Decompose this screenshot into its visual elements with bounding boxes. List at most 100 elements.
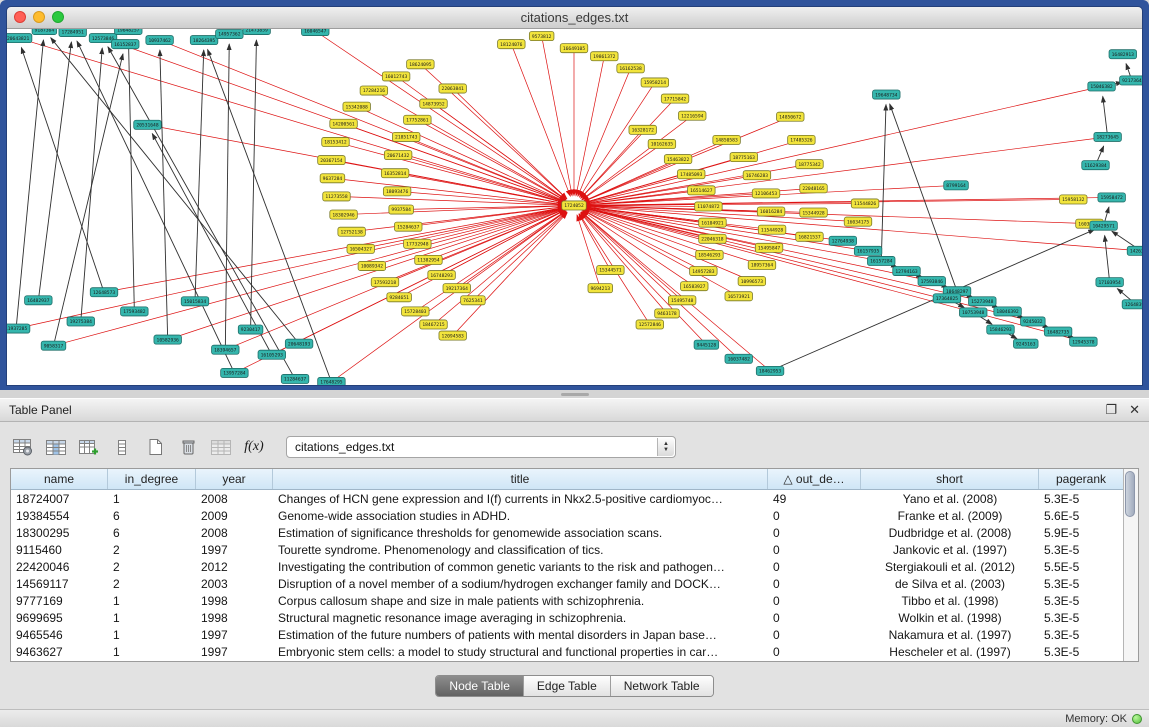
graph-node[interactable]: 12794163 bbox=[893, 267, 920, 276]
panel-splitter[interactable] bbox=[0, 390, 1149, 398]
graph-node[interactable]: 17648295 bbox=[318, 377, 345, 385]
graph-node[interactable]: 22048165 bbox=[800, 184, 827, 193]
graph-node[interactable]: 16105293 bbox=[258, 350, 285, 359]
graph-node[interactable]: 12094583 bbox=[439, 331, 466, 340]
graph-node[interactable]: 21851743 bbox=[392, 132, 419, 141]
graph-node[interactable]: 18153412 bbox=[322, 137, 349, 146]
graph-node[interactable]: 14873952 bbox=[420, 99, 447, 108]
graph-node[interactable]: 14263859 bbox=[1127, 246, 1142, 255]
network-window-titlebar[interactable]: citations_edges.txt bbox=[7, 7, 1142, 29]
minimize-window-button[interactable] bbox=[33, 11, 45, 23]
graph-node[interactable]: 18462953 bbox=[756, 366, 783, 375]
graph-node[interactable]: 17752861 bbox=[404, 115, 431, 124]
graph-node[interactable]: 9445128 bbox=[694, 340, 719, 349]
graph-node[interactable]: 16583927 bbox=[681, 282, 708, 291]
graph-node[interactable]: 17593846 bbox=[918, 277, 945, 286]
graph-node[interactable]: 16012743 bbox=[382, 72, 409, 81]
graph-node[interactable]: 17364825 bbox=[933, 294, 960, 303]
graph-node[interactable]: 16037482 bbox=[725, 354, 752, 363]
graph-node[interactable]: 15342088 bbox=[343, 102, 370, 111]
graph-node[interactable]: 15344571 bbox=[597, 265, 624, 274]
graph-node[interactable]: 16748293 bbox=[428, 271, 455, 280]
graph-node[interactable]: 18467215 bbox=[420, 320, 447, 329]
graph-node[interactable]: 12572846 bbox=[636, 320, 663, 329]
graph-node[interactable]: 14957283 bbox=[690, 267, 717, 276]
graph-node[interactable]: 18775342 bbox=[796, 160, 823, 169]
graph-node[interactable]: 16162538 bbox=[617, 64, 644, 73]
graph-node[interactable]: 8799164 bbox=[944, 181, 969, 190]
table-row[interactable]: 1872400712008Changes of HCN gene express… bbox=[11, 490, 1123, 507]
graph-node[interactable]: 18264395 bbox=[190, 36, 217, 45]
graph-node[interactable]: 11629384 bbox=[1082, 161, 1109, 170]
table-row[interactable]: 1456911722003Disruption of a novel membe… bbox=[11, 575, 1123, 592]
table-row[interactable]: 946554611997Estimation of the future num… bbox=[11, 626, 1123, 643]
graph-node[interactable]: 18546293 bbox=[696, 250, 723, 259]
graph-node[interactable]: 9573812 bbox=[529, 32, 554, 41]
graph-node[interactable]: 13957284 bbox=[221, 368, 248, 377]
graph-node[interactable]: 17485093 bbox=[677, 170, 704, 179]
graph-node[interactable]: 16328172 bbox=[629, 125, 656, 134]
graph-node[interactable]: 18273645 bbox=[1094, 132, 1121, 141]
tab-network-table[interactable]: Network Table bbox=[611, 676, 713, 696]
graph-node[interactable]: 11284637 bbox=[281, 374, 308, 383]
graph-node[interactable]: 16046547 bbox=[302, 29, 329, 36]
graph-node[interactable]: 17715842 bbox=[661, 94, 688, 103]
graph-node[interactable]: 11074872 bbox=[695, 202, 722, 211]
column-header-3[interactable]: title bbox=[273, 469, 768, 489]
graph-node[interactable]: 17732948 bbox=[404, 239, 431, 248]
graph-node[interactable]: 12216594 bbox=[678, 111, 705, 120]
graph-node[interactable]: 14957362 bbox=[216, 30, 243, 39]
graph-node[interactable]: 20643821 bbox=[7, 34, 32, 43]
graph-node[interactable]: 12752138 bbox=[338, 227, 365, 236]
graph-node[interactable]: 16034175 bbox=[844, 217, 871, 226]
graph-node[interactable]: 15958214 bbox=[641, 78, 668, 87]
table-row[interactable]: 1830029562008Estimation of significance … bbox=[11, 524, 1123, 541]
graph-node[interactable]: 1724052 bbox=[562, 201, 587, 210]
tab-node-table[interactable]: Node Table bbox=[436, 676, 524, 696]
graph-node[interactable]: 16157935 bbox=[854, 246, 881, 255]
graph-node[interactable]: 16482937 bbox=[25, 296, 52, 305]
graph-node[interactable]: 15495748 bbox=[668, 296, 695, 305]
graph-node[interactable]: 10089342 bbox=[358, 261, 385, 270]
graph-node[interactable]: 15495847 bbox=[755, 243, 782, 252]
graph-node[interactable]: 16649105 bbox=[560, 44, 587, 53]
column-header-2[interactable]: year bbox=[196, 469, 273, 489]
edit-table-button[interactable] bbox=[76, 435, 102, 459]
zoom-window-button[interactable] bbox=[52, 11, 64, 23]
graph-node[interactable]: 11937285 bbox=[7, 324, 30, 333]
graph-node[interactable]: 9230417 bbox=[238, 325, 263, 334]
graph-node[interactable]: 14850672 bbox=[777, 112, 804, 121]
graph-node[interactable]: 20648193 bbox=[285, 339, 312, 348]
graph-node[interactable]: 18624095 bbox=[407, 60, 434, 69]
column-header-1[interactable]: in_degree bbox=[108, 469, 196, 489]
graph-node[interactable]: 16746283 bbox=[743, 171, 770, 180]
graph-node[interactable]: 15046382 bbox=[1088, 82, 1115, 91]
graph-node[interactable]: 9937584 bbox=[389, 205, 414, 214]
graph-node[interactable]: 18394657 bbox=[212, 345, 239, 354]
graph-node[interactable]: 18957364 bbox=[748, 260, 775, 269]
graph-node[interactable]: 16016284 bbox=[757, 207, 784, 216]
graph-node[interactable]: 15846293 bbox=[987, 325, 1014, 334]
graph-node[interactable]: 20531648 bbox=[134, 120, 161, 129]
graph-node[interactable]: 18775163 bbox=[730, 153, 757, 162]
graph-node[interactable]: 19217364 bbox=[443, 284, 470, 293]
graph-node[interactable]: 16504327 bbox=[347, 244, 374, 253]
graph-node[interactable]: 9284651 bbox=[387, 293, 412, 302]
graph-node[interactable]: 9637284 bbox=[320, 174, 345, 183]
graph-node[interactable]: 12945378 bbox=[1070, 337, 1097, 346]
graph-node[interactable]: 12648573 bbox=[90, 288, 117, 297]
table-selector-dropdown[interactable]: citations_edges.txt ▲ ▼ bbox=[286, 436, 676, 458]
column-header-5[interactable]: short bbox=[861, 469, 1039, 489]
table-row[interactable]: 977716911998Corpus callosum shape and si… bbox=[11, 592, 1123, 609]
graph-node[interactable]: 16104921 bbox=[699, 218, 726, 227]
graph-node[interactable]: 11544928 bbox=[758, 225, 785, 234]
close-panel-icon[interactable]: ✕ bbox=[1129, 402, 1140, 418]
graph-node[interactable]: 16514627 bbox=[688, 186, 715, 195]
graph-node[interactable]: 19648257 bbox=[115, 29, 142, 35]
float-panel-icon[interactable]: ❐ bbox=[1105, 402, 1117, 418]
graph-node[interactable]: 9694213 bbox=[588, 284, 613, 293]
table-row[interactable]: 946362711997Embryonic stem cells: a mode… bbox=[11, 643, 1123, 660]
graph-node[interactable]: 15958472 bbox=[1098, 193, 1125, 202]
graph-node[interactable]: 11382954 bbox=[415, 255, 442, 264]
graph-node[interactable]: 18046392 bbox=[994, 307, 1021, 316]
